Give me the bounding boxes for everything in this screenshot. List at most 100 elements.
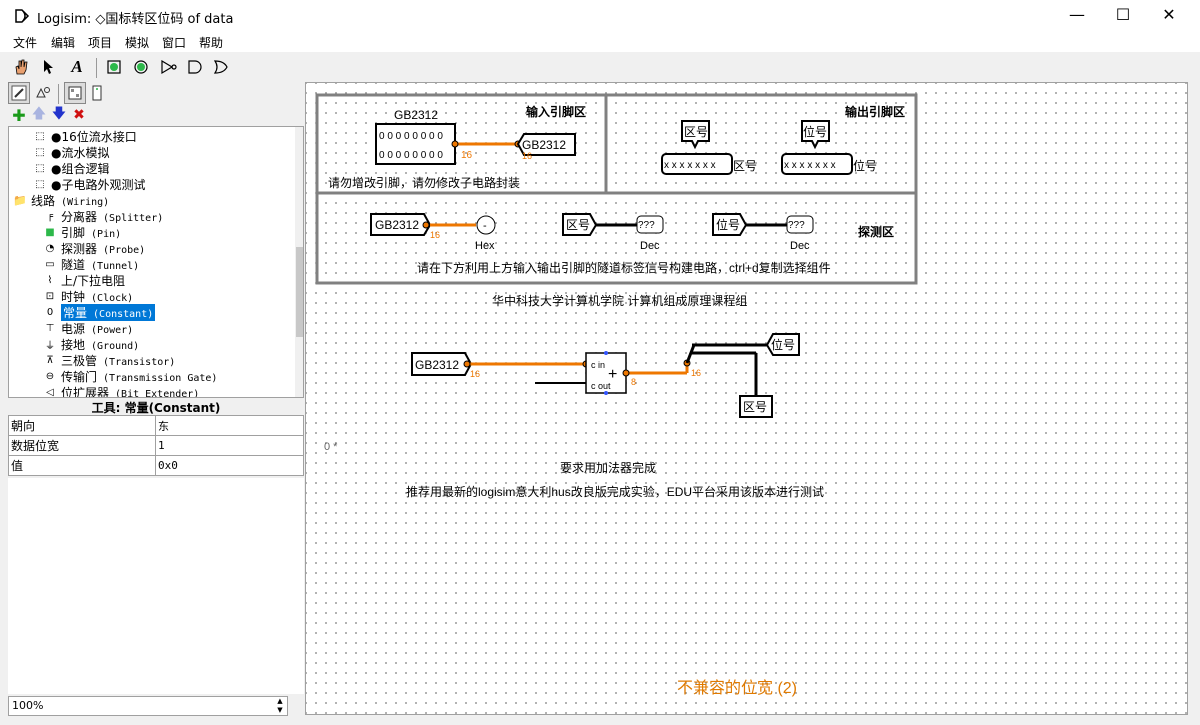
text-tool-icon[interactable]: A <box>66 56 88 78</box>
simulation-tree-icon[interactable] <box>32 82 54 104</box>
wire-endpoint <box>622 369 630 377</box>
tree-item-english: (Transistor) <box>97 356 176 368</box>
tree-item[interactable]: ⬚ ●流水模拟 <box>33 144 109 160</box>
tree-item-text: 三极管 <box>61 353 98 368</box>
wei-output-label: 位号 <box>853 158 877 173</box>
adder-plus-symbol: + <box>608 366 617 383</box>
menu-file[interactable]: 文件 <box>13 34 37 51</box>
adder-cin-label: c in <box>591 360 605 370</box>
property-row[interactable]: 朝向 东 <box>8 415 304 436</box>
no-modify-note: 请勿增改引脚，请勿修改子电路封装 <box>328 175 520 190</box>
input-pin-tool-icon[interactable] <box>103 56 125 78</box>
tree-scrollbar[interactable] <box>295 127 303 397</box>
tree-item[interactable]: ⬚ ●16位流水接口 <box>33 128 136 144</box>
tree-item-english: (Bit Extender) <box>109 388 200 398</box>
adder-output-width: 8 <box>631 377 636 387</box>
property-value[interactable]: 东 <box>155 415 304 436</box>
tree-item[interactable]: ⬚ ●组合逻辑 <box>33 160 109 176</box>
gb-bits-row2: 0 0 0 0 0 0 0 0 <box>379 150 443 161</box>
error-message: 不兼容的位宽 (2) <box>677 679 797 697</box>
delete-circuit-icon[interactable]: ✖ <box>68 106 90 124</box>
tree-item-label: 常量 (Constant) <box>61 303 156 321</box>
move-down-icon[interactable]: 🡇 <box>48 106 70 124</box>
probe-icon: ◔ <box>45 242 55 254</box>
tree-item-text: 传输门 <box>61 369 98 384</box>
properties-title: 工具: 常量(Constant) <box>91 401 221 415</box>
tree-item-label: 引脚 (Pin) <box>61 224 121 241</box>
zoom-spinner[interactable]: ▲ ▼ <box>272 697 288 715</box>
menu-window[interactable]: 窗口 <box>162 34 186 51</box>
tree-item[interactable]: ⊼ 三极管 (Transistor) <box>43 352 175 368</box>
tree-item[interactable]: ╒ 分离器 (Splitter) <box>43 208 163 224</box>
circuit-canvas[interactable]: 输入引脚区 输出引脚区 探测区 GB2312 0 0 0 0 0 0 0 0 0… <box>305 82 1188 715</box>
canvas-vertical-scrollbar[interactable] <box>1188 82 1200 715</box>
tree-item[interactable]: ⊤ 电源 (Power) <box>43 320 134 337</box>
not-gate-tool-icon[interactable] <box>158 56 180 78</box>
tree-item[interactable]: 0 常量 (Constant) <box>43 303 156 321</box>
qu-probe-value: ??? <box>638 220 655 231</box>
tree-item-english: (Tunnel) <box>85 260 140 272</box>
window-title: Logisim: ◇国标转区位码 of data <box>37 12 234 27</box>
output-pin-tool-icon[interactable] <box>130 56 152 78</box>
tree-item[interactable]: ⬚ ●子电路外观测试 <box>33 176 145 192</box>
toolbox-view-icon[interactable] <box>8 82 30 104</box>
tree-item-label: 电源 (Power) <box>61 320 133 337</box>
property-row[interactable]: 值 0x0 <box>8 455 304 476</box>
add-circuit-icon[interactable]: ✚ <box>8 106 30 125</box>
tree-item-label: 时钟 (Clock) <box>61 288 133 305</box>
toolbar-divider <box>96 58 97 78</box>
tree-item-text: 接地 <box>61 337 86 352</box>
and-gate-tool-icon[interactable] <box>184 56 206 78</box>
menu-project[interactable]: 项目 <box>88 34 112 51</box>
tunnel-label: 区号 <box>743 400 767 414</box>
tree-item[interactable]: ⌇ 上/下拉电阻 <box>43 272 126 288</box>
input-area-label: 输入引脚区 <box>526 104 586 119</box>
property-row[interactable]: 数据位宽 1 <box>8 435 304 456</box>
tree-item[interactable]: 📁 线路 (Wiring) <box>13 192 109 208</box>
appearance-editor-icon[interactable] <box>86 82 108 104</box>
menu-edit[interactable]: 编辑 <box>51 34 75 51</box>
or-gate-tool-icon[interactable] <box>210 56 232 78</box>
layout-editor-icon[interactable] <box>64 82 86 104</box>
tunnel-label: GB2312 <box>522 138 566 152</box>
maximize-button[interactable]: ☐ <box>1100 0 1146 30</box>
tree-item-label: 三极管 (Transistor) <box>61 352 175 369</box>
property-key: 数据位宽 <box>8 435 156 456</box>
tree-item[interactable]: ⊡ 时钟 (Clock) <box>43 288 133 304</box>
move-up-icon[interactable]: 🡅 <box>28 106 50 124</box>
probe-area-label: 探测区 <box>858 224 894 239</box>
menu-help[interactable]: 帮助 <box>199 34 223 51</box>
tree-item-text: 上/下拉电阻 <box>61 273 126 288</box>
menu-simulate[interactable]: 模拟 <box>125 34 149 51</box>
toolbar-divider <box>58 84 59 104</box>
tree-item[interactable]: ◔ 探测器 (Probe) <box>43 240 146 257</box>
tree-item-label: 线路 (Wiring) <box>31 192 109 209</box>
property-value[interactable]: 1 <box>155 435 304 456</box>
tunnel-width: 16 <box>522 151 532 161</box>
select-tool-arrow-icon[interactable] <box>38 56 60 78</box>
tree-item-text: 常量 <box>63 305 88 320</box>
tunnel-icon: ▭ <box>45 258 55 270</box>
bit-extender-icon: ◁ <box>46 386 54 398</box>
poke-tool-hand-icon[interactable] <box>10 56 32 78</box>
tree-item-label: 隧道 (Tunnel) <box>61 256 139 273</box>
zoom-field[interactable]: 100% <box>8 696 288 716</box>
requirement-text: 要求用加法器完成 <box>560 460 656 475</box>
logisim-logo-icon <box>15 9 30 23</box>
tree-item[interactable]: ⏚ 接地 (Ground) <box>43 336 139 352</box>
tree-item[interactable]: ⊖ 传输门 (Transmission Gate) <box>43 368 218 384</box>
tree-item[interactable]: ▭ 隧道 (Tunnel) <box>43 256 139 272</box>
canvas-horizontal-scrollbar[interactable] <box>305 715 1188 725</box>
close-button[interactable]: ✕ <box>1146 0 1192 30</box>
subcircuit-icon: ⬚ <box>35 162 45 174</box>
wei-output-bits: x x x x x x x <box>784 160 836 171</box>
tree-item-english: (Power) <box>85 324 134 336</box>
tree-item[interactable]: ■ 引脚 (Pin) <box>43 224 121 240</box>
tree-scroll-thumb[interactable] <box>296 247 303 337</box>
tunnel-label: 位号 <box>803 124 827 139</box>
tree-item-text: 电源 <box>61 321 86 336</box>
tree-item-label: 探测器 (Probe) <box>61 240 145 257</box>
tree-item[interactable]: ◁ 位扩展器 (Bit Extender) <box>43 384 199 398</box>
minimize-button[interactable]: — <box>1054 0 1100 30</box>
property-value[interactable]: 0x0 <box>155 455 304 476</box>
